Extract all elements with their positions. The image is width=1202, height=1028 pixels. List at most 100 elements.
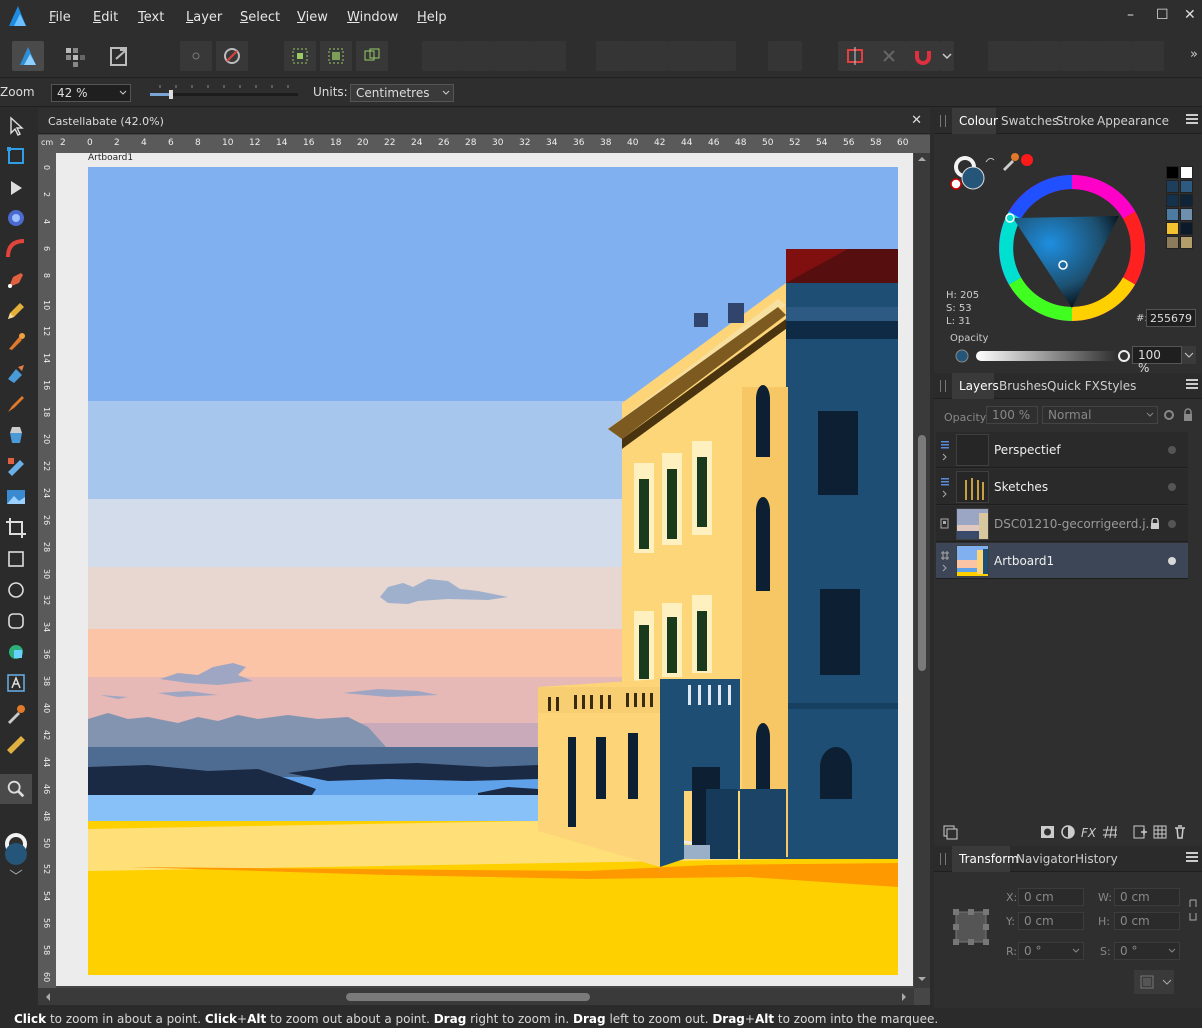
- y-input[interactable]: 0 cm: [1018, 912, 1084, 930]
- shape-tools-icon[interactable]: [4, 640, 28, 664]
- menu-view[interactable]: View: [297, 10, 328, 25]
- zoom-slider[interactable]: [150, 85, 298, 99]
- tab-stroke[interactable]: Stroke: [1056, 114, 1094, 128]
- snap-to-grid-button[interactable]: [838, 41, 872, 71]
- designer-persona-button[interactable]: [12, 41, 44, 71]
- transform-button[interactable]: [768, 41, 802, 71]
- layer-visibility-toggle[interactable]: [1168, 483, 1176, 491]
- anchor-point-selector-icon[interactable]: [952, 908, 990, 946]
- tab-quick-fx[interactable]: Quick FX: [1047, 379, 1100, 393]
- layer-opacity-input[interactable]: 100 %: [986, 406, 1038, 424]
- vertical-ruler[interactable]: 0 2 4 6 8 10 12 14 16 18 20 22 24 26 28 30 32 34 36 38 40 42 4…: [38, 153, 56, 993]
- insert-inside-button[interactable]: [356, 41, 388, 71]
- layer-row-dsc01210[interactable]: DSC01210-gecorrigeerd.j...: [936, 506, 1188, 542]
- menu-help[interactable]: Help: [417, 10, 447, 25]
- swatch[interactable]: [1180, 208, 1193, 221]
- swatch[interactable]: [1166, 194, 1179, 207]
- swatch[interactable]: [1166, 180, 1179, 193]
- transform-origin-dropdown[interactable]: [1160, 970, 1174, 994]
- tab-navigator[interactable]: Navigator: [1016, 852, 1075, 866]
- panel-grip-icon[interactable]: [940, 115, 946, 127]
- menu-window[interactable]: Window: [347, 10, 398, 25]
- boolean-add-button[interactable]: [988, 41, 1024, 71]
- layer-visibility-toggle[interactable]: [1168, 446, 1176, 454]
- tab-history[interactable]: History: [1075, 852, 1118, 866]
- live-filter-icon[interactable]: [1102, 824, 1118, 840]
- text-tool-icon[interactable]: [4, 671, 28, 695]
- arrange-forward-button[interactable]: [494, 41, 530, 71]
- w-input[interactable]: 0 cm: [1114, 888, 1180, 906]
- menu-select[interactable]: Select: [240, 10, 280, 25]
- add-layer-icon[interactable]: [1132, 824, 1148, 840]
- lock-icon[interactable]: [1150, 518, 1160, 530]
- x-input[interactable]: 0 cm: [1018, 888, 1084, 906]
- layer-row-artboard1[interactable]: Artboard1: [936, 543, 1188, 579]
- delete-layer-icon[interactable]: [1172, 824, 1188, 840]
- corner-tool-icon[interactable]: [4, 237, 28, 261]
- layer-visibility-toggle[interactable]: [1168, 557, 1176, 565]
- node-tool-icon[interactable]: [4, 176, 28, 200]
- toolbar-overflow-icon[interactable]: »: [1190, 47, 1198, 62]
- transparency-tool-icon[interactable]: [4, 423, 28, 447]
- eyedropper-icon[interactable]: [1000, 152, 1020, 172]
- scroll-right-icon[interactable]: [900, 992, 908, 1002]
- arrange-front-button[interactable]: [530, 41, 566, 71]
- gradient-tool-icon[interactable]: [4, 454, 28, 478]
- opacity-value-input[interactable]: 100 %: [1132, 346, 1182, 375]
- tab-brushes[interactable]: Brushes: [999, 379, 1047, 393]
- align-top-button[interactable]: [704, 41, 736, 71]
- minimize-icon[interactable]: –: [1127, 7, 1134, 23]
- ellipse-tool-icon[interactable]: [4, 578, 28, 602]
- tab-transform[interactable]: Transform: [959, 852, 1019, 866]
- horizontal-ruler[interactable]: cm 2 0 2 4 6 8 10 12 14 16 18 20 22 24 26 28 30 32 34 36 38 4…: [38, 135, 930, 153]
- menu-file[interactable]: File: [49, 10, 71, 25]
- zoom-input[interactable]: 42 %: [51, 84, 131, 102]
- document-tab[interactable]: Castellabate (42.0%) ✕: [38, 108, 930, 134]
- snapping-settings-button[interactable]: [216, 41, 248, 71]
- rotation-input[interactable]: 0 °: [1018, 942, 1084, 960]
- panel-grip-icon[interactable]: [940, 380, 946, 392]
- arrange-back-button[interactable]: [422, 41, 458, 71]
- artboard-layer-icon[interactable]: [940, 549, 950, 573]
- export-persona-button[interactable]: [103, 41, 135, 71]
- swatch[interactable]: [1166, 236, 1179, 249]
- snapping-dropdown-button[interactable]: [940, 41, 954, 71]
- swatch[interactable]: [1166, 222, 1179, 235]
- vector-brush-tool-icon[interactable]: [4, 330, 28, 354]
- adjustment-icon[interactable]: [1060, 824, 1076, 840]
- artboard[interactable]: [88, 167, 898, 975]
- swatch[interactable]: [1180, 236, 1193, 249]
- move-tool-icon[interactable]: [4, 114, 28, 138]
- place-image-tool-icon[interactable]: [4, 485, 28, 509]
- tab-styles[interactable]: Styles: [1100, 379, 1136, 393]
- mask-icon[interactable]: [1040, 824, 1056, 840]
- menu-text[interactable]: Text: [138, 10, 164, 25]
- pen-tool-icon[interactable]: [4, 268, 28, 292]
- boolean-intersect-button[interactable]: [1060, 41, 1096, 71]
- menu-layer[interactable]: Layer: [186, 10, 222, 25]
- gear-icon[interactable]: [1162, 408, 1176, 422]
- paint-brush-tool-icon[interactable]: [4, 392, 28, 416]
- blend-mode-select[interactable]: Normal: [1042, 406, 1158, 424]
- contour-tool-icon[interactable]: [4, 206, 28, 230]
- lock-icon[interactable]: [1182, 408, 1194, 422]
- color-picker-tool-icon[interactable]: [4, 702, 28, 726]
- close-window-icon[interactable]: ✕: [1184, 7, 1196, 23]
- link-aspect-ratio-icon[interactable]: [1188, 898, 1198, 922]
- swatch[interactable]: [1180, 222, 1193, 235]
- artboard-tool-icon[interactable]: [4, 144, 28, 168]
- shear-input[interactable]: 0 °: [1114, 942, 1180, 960]
- swatch[interactable]: [1180, 166, 1193, 179]
- opacity-slider-thumb[interactable]: [1118, 350, 1130, 362]
- tab-colour[interactable]: Colour: [959, 114, 998, 128]
- maximize-icon[interactable]: ☐: [1156, 7, 1169, 23]
- swatch[interactable]: [1180, 194, 1193, 207]
- layer-row-perspectief[interactable]: Perspectief: [936, 432, 1188, 468]
- hex-input[interactable]: 255679: [1146, 309, 1196, 327]
- panel-menu-icon[interactable]: [1186, 114, 1198, 126]
- tab-appearance[interactable]: Appearance: [1097, 114, 1169, 128]
- panel-menu-icon[interactable]: [1186, 852, 1198, 864]
- scroll-down-icon[interactable]: [917, 975, 927, 983]
- panel-grip-icon[interactable]: [940, 853, 946, 865]
- opacity-slider[interactable]: [976, 350, 1130, 362]
